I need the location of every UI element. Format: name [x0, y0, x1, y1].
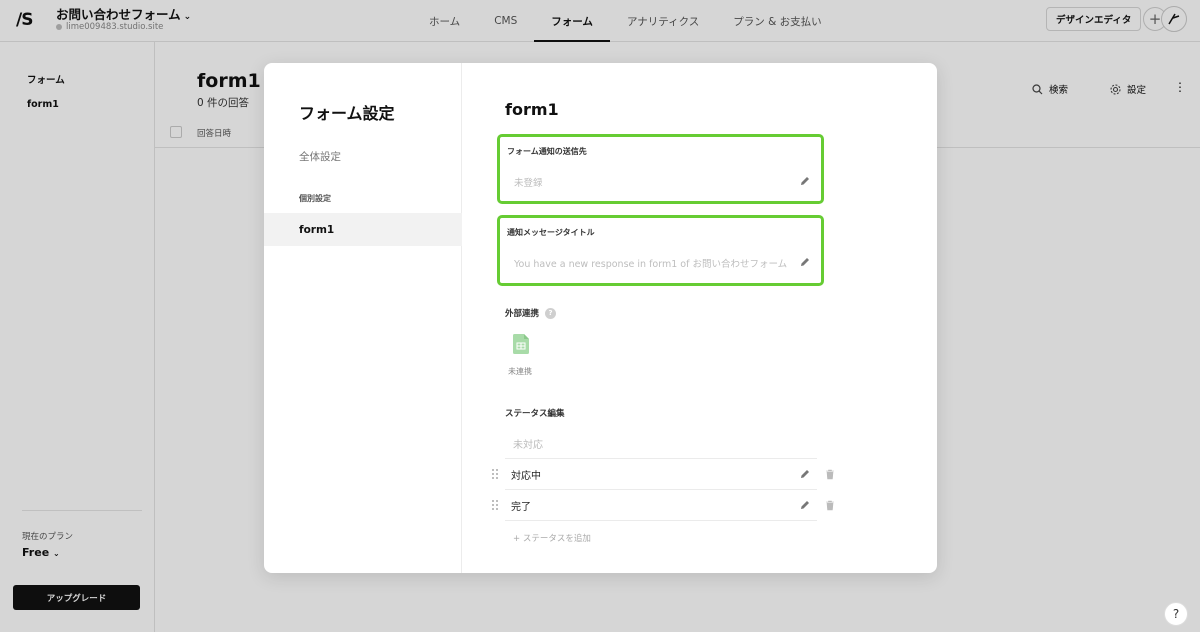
- status-unset: 未対応: [513, 440, 543, 451]
- status-edit-label: ステータス編集: [505, 409, 565, 419]
- help-button[interactable]: ?: [1164, 602, 1188, 626]
- notify-recipient-label: フォーム通知の送信先: [507, 147, 587, 156]
- message-title-placeholder: You have a new response in form1 of お問い合…: [514, 259, 788, 270]
- notify-recipient-value: 未登録: [514, 178, 543, 189]
- message-title-field[interactable]: 通知メッセージタイトル You have a new response in f…: [497, 215, 824, 286]
- trash-icon[interactable]: [825, 469, 835, 480]
- pencil-icon[interactable]: [799, 256, 811, 268]
- modal-title: フォーム設定: [299, 104, 395, 123]
- modal-sidebar: フォーム設定 全体設定 個別設定 form1: [264, 63, 462, 573]
- modal-section-individual: 個別設定: [299, 194, 331, 203]
- help-icon[interactable]: ?: [545, 307, 557, 319]
- form-settings-modal: フォーム設定 全体設定 個別設定 form1 form1 フォーム通知の送信先 …: [264, 63, 937, 573]
- modal-nav-form1[interactable]: form1: [264, 213, 462, 246]
- trash-icon[interactable]: [825, 500, 835, 511]
- external-integration-text: 外部連携: [505, 309, 540, 319]
- status-name: 対応中: [511, 470, 541, 482]
- drag-handle-icon[interactable]: [491, 468, 499, 480]
- status-row: 完了: [492, 489, 834, 520]
- message-title-label: 通知メッセージタイトル: [507, 228, 595, 237]
- drag-handle-icon[interactable]: [491, 499, 499, 511]
- modal-content: form1 フォーム通知の送信先 未登録 通知メッセージタイトル You hav…: [462, 63, 937, 573]
- pencil-icon[interactable]: [799, 175, 811, 187]
- pencil-icon[interactable]: [799, 499, 811, 511]
- status-list-divider: [505, 520, 817, 521]
- modal-nav-general[interactable]: 全体設定: [299, 149, 341, 164]
- content-title: form1: [505, 100, 559, 119]
- status-name: 完了: [511, 501, 531, 513]
- add-status-button[interactable]: + ステータスを追加: [513, 532, 591, 544]
- google-sheets-icon[interactable]: [513, 334, 529, 354]
- pencil-icon[interactable]: [799, 468, 811, 480]
- status-row: 対応中: [492, 458, 834, 489]
- external-integration-status: 未連携: [508, 367, 532, 376]
- notify-recipient-field[interactable]: フォーム通知の送信先 未登録: [497, 134, 824, 204]
- external-integration-label: 外部連携 ?: [505, 307, 557, 319]
